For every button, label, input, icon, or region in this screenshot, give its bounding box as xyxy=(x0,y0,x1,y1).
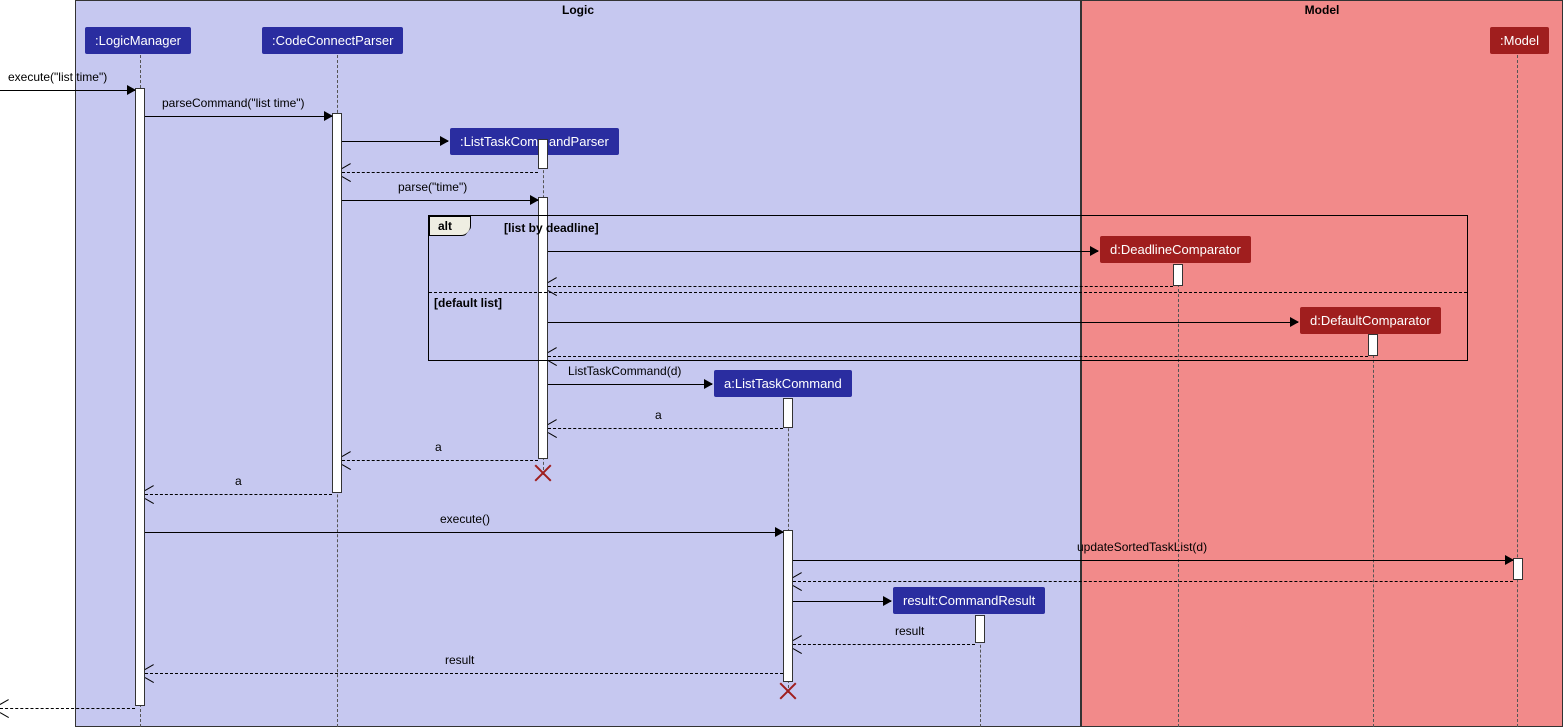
msg-create-parser xyxy=(342,133,448,149)
activation-list-task-command-create xyxy=(783,398,793,428)
activation-code-connect-parser xyxy=(332,113,342,493)
msg-a2 xyxy=(342,452,538,468)
msg-create-parser-return xyxy=(342,164,538,180)
msg-result2-label: result xyxy=(445,653,474,667)
msg-parse-command-label: parseCommand("list time") xyxy=(162,96,305,110)
sequence-diagram: Logic Model :LogicManager :CodeConnectPa… xyxy=(0,0,1566,727)
destroy-list-task-command xyxy=(777,680,799,702)
participant-model: :Model xyxy=(1490,27,1549,54)
msg-result2 xyxy=(145,665,783,681)
alt-guard-2: [default list] xyxy=(434,296,502,310)
msg-create-command-result xyxy=(793,593,891,609)
msg-execute xyxy=(145,524,783,540)
lifeline-model xyxy=(1517,55,1518,727)
activation-logic-manager xyxy=(135,88,145,706)
logic-region-label: Logic xyxy=(562,3,594,17)
msg-execute-in xyxy=(0,82,135,98)
msg-final-return xyxy=(0,700,135,716)
activation-parser-create xyxy=(538,139,548,169)
msg-parse-command xyxy=(145,108,332,124)
msg-update-sorted-return xyxy=(793,573,1513,589)
msg-list-task-command xyxy=(548,376,712,392)
msg-a1-label: a xyxy=(655,408,662,422)
participant-command-result: result:CommandResult xyxy=(893,587,1045,614)
msg-execute-label: execute("list time") xyxy=(8,70,107,84)
activation-list-task-command-execute xyxy=(783,530,793,682)
msg-result1 xyxy=(793,636,975,652)
activation-model xyxy=(1513,558,1523,580)
msg-create-default-comparator xyxy=(548,314,1298,330)
alt-guard-1: [list by deadline] xyxy=(504,221,599,235)
lifeline-default-comparator xyxy=(1373,335,1374,727)
msg-result1-label: result xyxy=(895,624,924,638)
msg-deadline-return xyxy=(548,278,1173,294)
msg-parse-time xyxy=(342,192,538,208)
msg-update-sorted-label: updateSortedTaskList(d) xyxy=(1077,540,1207,554)
msg-default-return xyxy=(548,348,1368,364)
participant-list-task-command-parser: :ListTaskCommandParser xyxy=(450,128,619,155)
participant-logic-manager: :LogicManager xyxy=(85,27,191,54)
alt-label: alt xyxy=(429,216,471,236)
msg-create-deadline-comparator xyxy=(548,243,1098,259)
msg-a1 xyxy=(548,420,783,436)
participant-list-task-command: a:ListTaskCommand xyxy=(714,370,852,397)
msg-list-task-command-label: ListTaskCommand(d) xyxy=(568,364,681,378)
msg-parse-time-label: parse("time") xyxy=(398,180,467,194)
participant-code-connect-parser: :CodeConnectParser xyxy=(262,27,403,54)
model-region-label: Model xyxy=(1305,3,1340,17)
msg-a3-label: a xyxy=(235,474,242,488)
msg-a3 xyxy=(145,486,332,502)
msg-update-sorted xyxy=(793,552,1513,568)
msg-execute-label2: execute() xyxy=(440,512,490,526)
destroy-parser xyxy=(532,462,554,484)
msg-a2-label: a xyxy=(435,440,442,454)
activation-command-result xyxy=(975,615,985,643)
